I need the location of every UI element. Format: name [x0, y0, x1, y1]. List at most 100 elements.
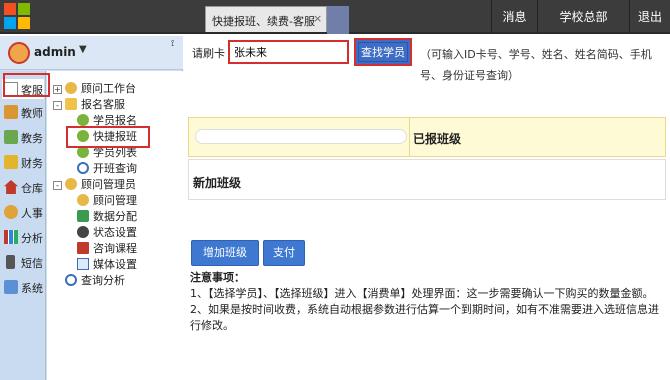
- tree-node-student-enroll[interactable]: 学员报名: [77, 112, 137, 128]
- analysis-icon: [4, 230, 18, 244]
- user-header[interactable]: admin ▼ ⟟: [0, 36, 183, 70]
- module-nav-label: 教务: [21, 132, 43, 145]
- sms-icon: [6, 255, 15, 269]
- service-icon: [4, 82, 18, 96]
- card-input[interactable]: [228, 40, 349, 64]
- tree-node-label: 快捷报班: [93, 130, 137, 143]
- academic-icon: [4, 130, 18, 144]
- gear-icon: [77, 226, 89, 238]
- tab-strip-scroll: [327, 6, 349, 34]
- tree-node-label: 开班查询: [93, 162, 137, 175]
- person-icon: [77, 114, 89, 126]
- person-group-icon: [65, 178, 77, 190]
- tree-node-label: 顾问管理员: [81, 178, 136, 191]
- find-student-button[interactable]: 查找学员: [354, 38, 412, 66]
- person-icon: [77, 146, 89, 158]
- module-nav-label: 客服: [21, 84, 43, 97]
- module-nav-item-finance[interactable]: 财务: [2, 152, 44, 172]
- logout-button[interactable]: 退出: [629, 0, 670, 34]
- find-student-label: 查找学员: [358, 42, 408, 62]
- module-nav-item-teacher[interactable]: 教师: [2, 102, 44, 122]
- app-logo[interactable]: [4, 3, 32, 31]
- tree-node-label: 顾问管理: [93, 194, 137, 207]
- notes-title: 注意事项：: [190, 271, 245, 284]
- module-nav-label: 短信: [21, 257, 43, 270]
- tree-node-label: 查询分析: [81, 274, 125, 287]
- tree-node-label: 顾问工作台: [81, 82, 136, 95]
- system-icon: [4, 280, 18, 294]
- module-nav-item-hr[interactable]: 人事: [2, 202, 44, 222]
- tree-node-consultant-workbench[interactable]: + 顾问工作台: [53, 80, 136, 96]
- tab-close-icon[interactable]: ×: [313, 12, 322, 25]
- section-divider: [409, 117, 410, 157]
- module-nav-label: 系统: [21, 282, 43, 295]
- tree-node-quick-enroll[interactable]: 快捷报班: [77, 128, 137, 144]
- tree-node-label: 媒体设置: [93, 258, 137, 271]
- teacher-icon: [4, 105, 18, 119]
- module-nav-item-system[interactable]: 系统: [2, 277, 44, 297]
- warehouse-icon: [4, 180, 18, 194]
- messages-button[interactable]: 消息: [491, 0, 537, 34]
- person-icon: [77, 194, 89, 206]
- pin-icon[interactable]: ⟟: [171, 39, 174, 49]
- module-nav-item-service[interactable]: 客服: [2, 79, 44, 99]
- new-class-section: 新加班级: [188, 159, 666, 200]
- main-content: 请刷卡 查找学员 （可输入ID卡号、学号、姓名、姓名简码、手机号、身份证号查询）…: [184, 36, 670, 380]
- tree-node-label: 报名客服: [81, 98, 125, 111]
- tree-node-media-settings[interactable]: 媒体设置: [77, 256, 137, 272]
- sidebar: admin ▼ ⟟ 客服 教师 教务 财务 仓库 人事 分析 短信 系统 + 顾…: [0, 36, 183, 380]
- finance-icon: [4, 155, 18, 169]
- folder-heart-icon: [65, 98, 77, 110]
- tree-node-data-allocation[interactable]: 数据分配: [77, 208, 137, 224]
- module-nav-item-warehouse[interactable]: 仓库: [2, 177, 44, 197]
- tree-node-consultant-admin[interactable]: - 顾问管理员: [53, 176, 136, 192]
- tree-node-label: 咨询课程: [93, 242, 137, 255]
- new-class-title: 新加班级: [193, 176, 242, 190]
- tree-node-consultant-manage[interactable]: 顾问管理: [77, 192, 137, 208]
- tree-node-consult-courses[interactable]: 咨询课程: [77, 240, 137, 256]
- note-line: 1、【选择学员】、【选择班级】进入【消费单】处理界面：这一步需要确认一下购买的数…: [190, 287, 654, 300]
- school-hq-button[interactable]: 学校总部: [537, 0, 629, 34]
- enrolled-classes-title: 已报班级: [413, 132, 462, 146]
- card-label: 请刷卡: [192, 47, 225, 60]
- collapse-icon[interactable]: -: [53, 181, 62, 190]
- function-tree: + 顾问工作台 - 报名客服 学员报名 快捷报班 学员列表 开班查询 - 顾问管理员 …: [47, 71, 183, 380]
- person-icon: [65, 82, 77, 94]
- tree-node-status-settings[interactable]: 状态设置: [77, 224, 137, 240]
- search-icon: [65, 274, 77, 286]
- module-nav-label: 教师: [21, 107, 43, 120]
- user-name: admin: [34, 45, 76, 59]
- person-icon: [77, 130, 89, 142]
- tree-node-student-list[interactable]: 学员列表: [77, 144, 137, 160]
- tab-quick-enroll[interactable]: 快捷报班、续费-客服 ×: [205, 6, 327, 32]
- search-hint: （可输入ID卡号、学号、姓名、姓名简码、手机号、身份证号查询）: [420, 48, 652, 82]
- expand-icon[interactable]: +: [53, 85, 62, 94]
- data-table-icon: [77, 210, 89, 222]
- enrolled-classes-section: 已报班级: [188, 117, 666, 157]
- book-icon: [77, 242, 89, 254]
- tree-node-label: 学员报名: [93, 114, 137, 127]
- module-nav-label: 人事: [21, 207, 43, 220]
- hr-icon: [4, 205, 18, 219]
- tree-node-query-analysis[interactable]: 查询分析: [65, 272, 125, 288]
- tree-node-label: 数据分配: [93, 210, 137, 223]
- search-icon: [77, 162, 89, 174]
- notes: 注意事项： 1、【选择学员】、【选择班级】进入【消费单】处理界面：这一步需要确认…: [190, 270, 668, 334]
- enrolled-classes-placeholder: [195, 129, 407, 144]
- module-nav-item-academic[interactable]: 教务: [2, 127, 44, 147]
- pay-button[interactable]: 支付: [263, 240, 305, 266]
- tree-node-enroll-service[interactable]: - 报名客服: [53, 96, 125, 112]
- user-menu-caret-icon[interactable]: ▼: [79, 44, 87, 55]
- add-class-button[interactable]: 增加班级: [191, 240, 259, 266]
- tree-node-label: 学员列表: [93, 146, 137, 159]
- module-nav-label: 仓库: [21, 182, 43, 195]
- tree-node-label: 状态设置: [93, 226, 137, 239]
- module-nav-label: 财务: [21, 157, 43, 170]
- module-nav-item-analysis[interactable]: 分析: [2, 227, 44, 247]
- module-nav: 客服 教师 教务 财务 仓库 人事 分析 短信 系统: [0, 71, 46, 380]
- note-line: 2、如果是按时间收费，系统自动根据参数进行估算一个到期时间，如有不准需要进入选班…: [190, 303, 659, 332]
- top-bar: 快捷报班、续费-客服 × 消息 学校总部 退出: [0, 0, 670, 34]
- module-nav-item-sms[interactable]: 短信: [2, 252, 44, 272]
- tree-node-class-query[interactable]: 开班查询: [77, 160, 137, 176]
- collapse-icon[interactable]: -: [53, 101, 62, 110]
